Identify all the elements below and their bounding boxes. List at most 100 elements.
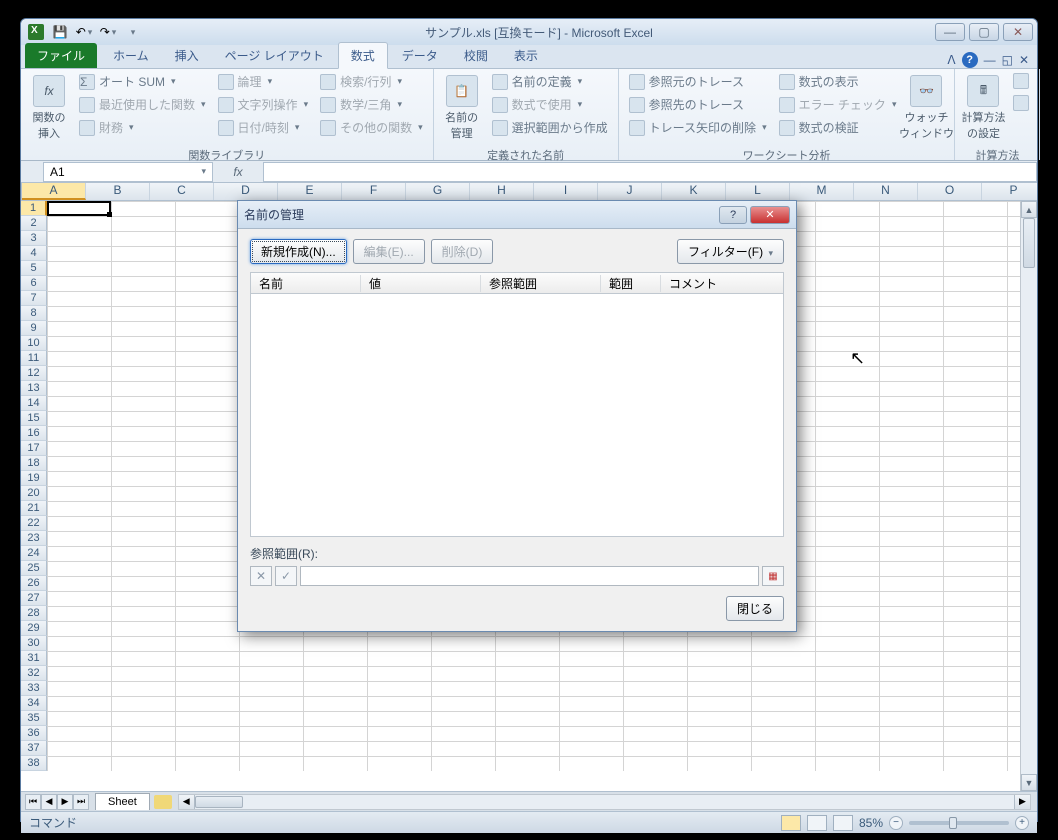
zoom-out-button[interactable]: −: [889, 816, 903, 830]
row-header[interactable]: 7: [21, 291, 47, 306]
undo-button[interactable]: ↶▾: [73, 22, 95, 42]
column-header[interactable]: D: [214, 183, 278, 200]
app-icon[interactable]: [25, 22, 47, 42]
column-header[interactable]: O: [918, 183, 982, 200]
use-in-formula-button[interactable]: 数式で使用▾: [488, 94, 612, 115]
row-header[interactable]: 33: [21, 681, 47, 696]
create-from-selection-button[interactable]: 選択範囲から作成: [488, 117, 612, 138]
tab-page-layout[interactable]: ページ レイアウト: [213, 43, 336, 68]
scroll-up-icon[interactable]: ▲: [1021, 201, 1037, 218]
row-header[interactable]: 19: [21, 471, 47, 486]
tab-formulas[interactable]: 数式: [338, 42, 388, 69]
row-header[interactable]: 2: [21, 216, 47, 231]
other-functions-button[interactable]: その他の関数▾: [316, 117, 427, 138]
close-button[interactable]: ✕: [1003, 23, 1033, 41]
column-header[interactable]: M: [790, 183, 854, 200]
row-header[interactable]: 34: [21, 696, 47, 711]
autosum-button[interactable]: Σオート SUM▾: [75, 71, 210, 92]
column-header[interactable]: G: [406, 183, 470, 200]
zoom-slider[interactable]: [909, 821, 1009, 825]
next-sheet-button[interactable]: ▶: [57, 794, 73, 810]
vertical-scrollbar[interactable]: ▲ ▼: [1020, 201, 1037, 791]
row-header[interactable]: 6: [21, 276, 47, 291]
formula-bar[interactable]: [263, 162, 1037, 182]
trace-dependents-button[interactable]: 参照先のトレース: [625, 94, 771, 115]
tab-view[interactable]: 表示: [502, 43, 550, 68]
minimize-button[interactable]: —: [935, 23, 965, 41]
first-sheet-button[interactable]: ⏮: [25, 794, 41, 810]
row-header[interactable]: 17: [21, 441, 47, 456]
name-box[interactable]: A1▾: [43, 162, 213, 182]
close-dialog-button[interactable]: 閉じる: [726, 596, 784, 621]
tab-home[interactable]: ホーム: [101, 43, 161, 68]
row-header[interactable]: 5: [21, 261, 47, 276]
show-formulas-button[interactable]: 数式の表示: [775, 71, 901, 92]
name-manager-button[interactable]: 📋 名前の 管理: [440, 71, 484, 145]
row-header[interactable]: 23: [21, 531, 47, 546]
new-button[interactable]: 新規作成(N)...: [250, 239, 347, 264]
row-header[interactable]: 8: [21, 306, 47, 321]
row-header[interactable]: 16: [21, 426, 47, 441]
tab-insert[interactable]: 挿入: [163, 43, 211, 68]
row-header[interactable]: 12: [21, 366, 47, 381]
calc-now-button[interactable]: [1009, 71, 1033, 91]
row-header[interactable]: 31: [21, 651, 47, 666]
column-header[interactable]: P: [982, 183, 1037, 200]
tab-review[interactable]: 校閲: [452, 43, 500, 68]
lookup-button[interactable]: 検索/行列▾: [316, 71, 427, 92]
page-layout-view-button[interactable]: [807, 815, 827, 831]
evaluate-formula-button[interactable]: 数式の検証: [775, 117, 901, 138]
row-header[interactable]: 28: [21, 606, 47, 621]
range-picker-button[interactable]: ▦: [762, 566, 784, 586]
financial-button[interactable]: 財務▾: [75, 117, 210, 138]
row-header[interactable]: 15: [21, 411, 47, 426]
scroll-thumb[interactable]: [1023, 218, 1035, 268]
math-button[interactable]: 数学/三角▾: [316, 94, 427, 115]
row-header[interactable]: 20: [21, 486, 47, 501]
column-header[interactable]: J: [598, 183, 662, 200]
column-header[interactable]: I: [534, 183, 598, 200]
watch-window-button[interactable]: 👓 ウォッチ ウィンドウ: [904, 71, 948, 145]
active-cell[interactable]: [47, 201, 111, 216]
col-name[interactable]: 名前: [251, 275, 361, 292]
sheet-tab[interactable]: Sheet: [95, 793, 150, 810]
cancel-refers-button[interactable]: ✕: [250, 566, 272, 586]
col-value[interactable]: 値: [361, 275, 481, 292]
edit-button[interactable]: 編集(E)...: [353, 239, 425, 264]
row-header[interactable]: 13: [21, 381, 47, 396]
delete-button[interactable]: 削除(D): [431, 239, 494, 264]
row-header[interactable]: 29: [21, 621, 47, 636]
dialog-help-button[interactable]: ?: [719, 206, 747, 224]
column-header[interactable]: H: [470, 183, 534, 200]
ribbon-minimize-icon[interactable]: ᐱ: [947, 53, 955, 67]
column-header[interactable]: N: [854, 183, 918, 200]
name-list[interactable]: [250, 294, 784, 537]
accept-refers-button[interactable]: ✓: [275, 566, 297, 586]
insert-function-button[interactable]: fx 関数の 挿入: [27, 71, 71, 145]
row-header[interactable]: 18: [21, 456, 47, 471]
zoom-level[interactable]: 85%: [859, 816, 883, 830]
row-header[interactable]: 1: [21, 201, 47, 216]
row-header[interactable]: 26: [21, 576, 47, 591]
row-header[interactable]: 25: [21, 561, 47, 576]
scroll-right-icon[interactable]: ▶: [1014, 795, 1030, 809]
row-header[interactable]: 9: [21, 321, 47, 336]
col-comment[interactable]: コメント: [661, 275, 783, 292]
error-check-button[interactable]: エラー チェック▾: [775, 94, 901, 115]
hscroll-thumb[interactable]: [195, 796, 243, 808]
doc-restore-icon[interactable]: ◱: [1002, 53, 1013, 67]
normal-view-button[interactable]: [781, 815, 801, 831]
zoom-in-button[interactable]: +: [1015, 816, 1029, 830]
col-scope[interactable]: 範囲: [601, 275, 661, 292]
fx-label[interactable]: fx: [213, 165, 263, 179]
column-header[interactable]: K: [662, 183, 726, 200]
row-header[interactable]: 21: [21, 501, 47, 516]
redo-button[interactable]: ↷▾: [97, 22, 119, 42]
qat-customize[interactable]: ▾: [121, 22, 143, 42]
remove-arrows-button[interactable]: トレース矢印の削除▾: [625, 117, 771, 138]
logical-button[interactable]: 論理▾: [214, 71, 313, 92]
dialog-titlebar[interactable]: 名前の管理 ? ✕: [238, 201, 796, 229]
row-header[interactable]: 27: [21, 591, 47, 606]
row-header[interactable]: 10: [21, 336, 47, 351]
save-button[interactable]: 💾: [49, 22, 71, 42]
